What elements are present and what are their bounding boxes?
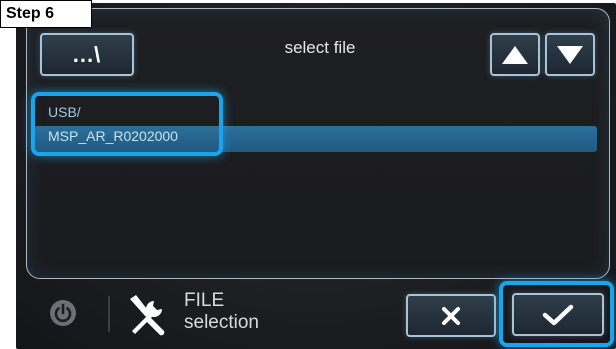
footer-divider <box>108 296 110 332</box>
scroll-down-button[interactable] <box>545 33 595 76</box>
step-label: Step 6 <box>0 0 92 28</box>
scroll-up-button[interactable] <box>490 33 540 76</box>
list-highlight-frame <box>31 92 223 156</box>
page-title: select file <box>284 38 356 57</box>
mode-label-line1: FILE <box>184 290 225 311</box>
down-arrow-icon <box>557 45 583 64</box>
confirm-highlight-frame <box>499 281 614 347</box>
cross-icon <box>442 306 460 325</box>
mode-label-line2: selection <box>184 312 259 333</box>
parent-directory-button[interactable]: ...\ <box>40 33 134 76</box>
power-icon[interactable] <box>48 298 78 328</box>
tools-icon <box>130 295 165 336</box>
mode-label: FILE selection <box>184 290 259 334</box>
cancel-button[interactable] <box>406 294 496 337</box>
up-arrow-icon <box>502 45 528 64</box>
